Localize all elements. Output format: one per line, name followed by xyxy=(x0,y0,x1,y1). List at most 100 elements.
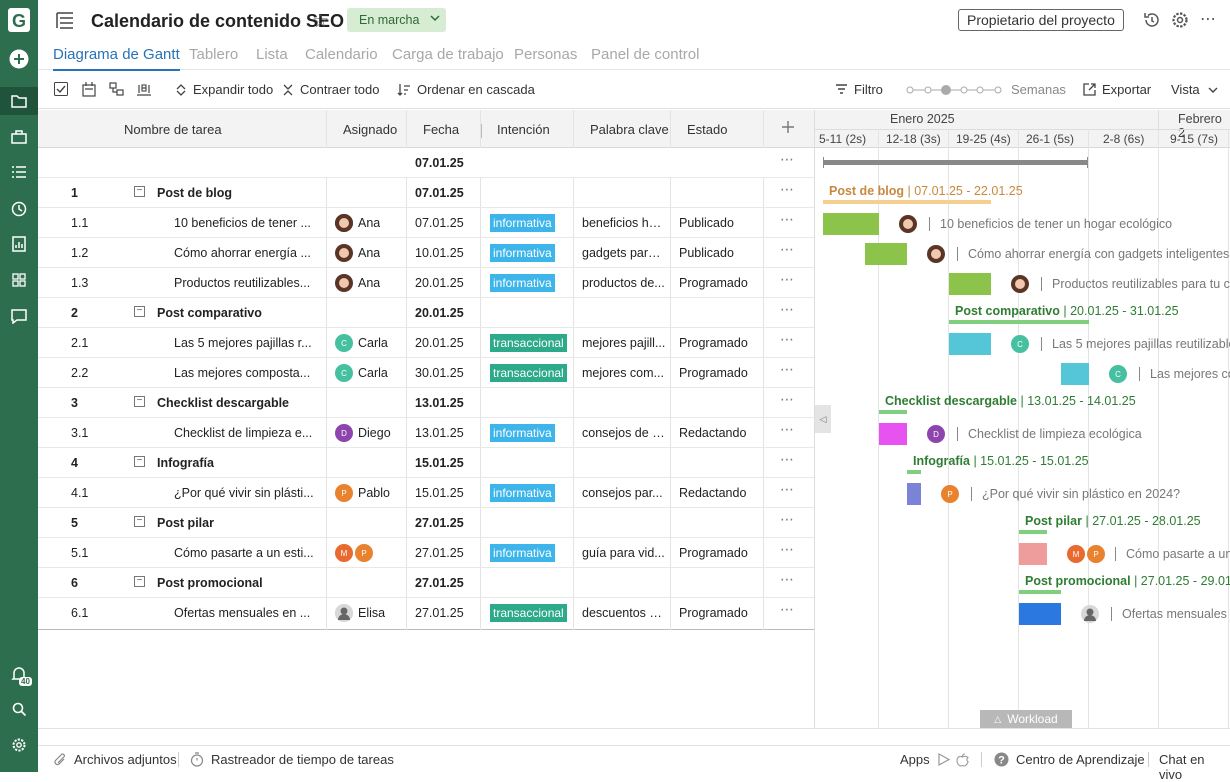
column-header-status[interactable]: Estado xyxy=(687,122,727,137)
row-menu-icon[interactable]: ⋯ xyxy=(780,331,795,348)
task-bar[interactable] xyxy=(1019,543,1047,565)
row-menu-icon[interactable]: ⋯ xyxy=(780,421,795,438)
dependencies-icon[interactable] xyxy=(109,82,124,96)
task-row[interactable]: 3.1 Checklist de limpieza e... D Diego 1… xyxy=(38,418,814,448)
row-menu-icon[interactable]: ⋯ xyxy=(780,571,795,588)
column-header-task-name[interactable]: Nombre de tarea xyxy=(124,122,222,137)
search-icon[interactable] xyxy=(0,695,38,723)
add-column-icon[interactable] xyxy=(781,120,795,137)
baseline-icon[interactable] xyxy=(136,82,152,97)
project-settings-icon[interactable] xyxy=(1171,11,1189,32)
row-task-name[interactable]: Post de blog xyxy=(157,186,322,200)
row-menu-icon[interactable]: ⋯ xyxy=(780,451,795,468)
group-row[interactable]: 1 − Post de blog 07.01.25 ⋯ xyxy=(38,178,814,208)
filter-button[interactable]: Filtro xyxy=(835,82,883,97)
project-summary-bar[interactable] xyxy=(823,160,1088,165)
row-menu-icon[interactable]: ⋯ xyxy=(780,181,795,198)
favorite-star-icon[interactable]: ☆ xyxy=(312,10,329,33)
row-menu-icon[interactable]: ⋯ xyxy=(780,211,795,228)
add-icon[interactable] xyxy=(0,45,38,73)
tab-calendar[interactable]: Calendario xyxy=(305,46,378,63)
summary-bar[interactable] xyxy=(1019,590,1061,594)
row-task-name[interactable]: Post comparativo xyxy=(157,306,322,320)
row-task-name[interactable]: 10 beneficios de tener ... xyxy=(174,216,322,230)
time-icon[interactable] xyxy=(0,195,38,223)
group-row[interactable]: 5 − Post pilar 27.01.25 ⋯ xyxy=(38,508,814,538)
export-button[interactable]: Exportar xyxy=(1083,82,1151,97)
view-dropdown[interactable]: Vista xyxy=(1171,82,1218,97)
collapse-toggle-icon[interactable]: − xyxy=(134,186,145,197)
row-menu-icon[interactable]: ⋯ xyxy=(780,511,795,528)
summary-bar[interactable] xyxy=(879,410,907,414)
row-task-name[interactable]: Cómo ahorrar energía ... xyxy=(174,246,322,260)
zoom-slider[interactable] xyxy=(906,84,1002,96)
column-header-assignee[interactable]: Asignado xyxy=(343,122,397,137)
task-bar[interactable] xyxy=(1019,603,1061,625)
collapse-toggle-icon[interactable]: − xyxy=(134,576,145,587)
tab-list[interactable]: Lista xyxy=(256,46,288,63)
column-header-intent[interactable]: Intención xyxy=(497,122,550,137)
group-row[interactable]: 6 − Post promocional 27.01.25 ⋯ xyxy=(38,568,814,598)
cascade-sort-button[interactable]: Ordenar en cascada xyxy=(397,82,535,97)
learning-center-button[interactable]: ? Centro de Aprendizaje xyxy=(994,752,1145,767)
app-logo-icon[interactable]: G xyxy=(0,6,38,34)
expand-all-button[interactable]: Expandir todo xyxy=(176,82,273,97)
status-dropdown[interactable]: En marcha xyxy=(347,8,446,32)
summary-bar[interactable] xyxy=(823,200,991,204)
row-task-name[interactable]: Productos reutilizables... xyxy=(174,276,322,290)
group-row[interactable]: 3 − Checklist descargable 13.01.25 ⋯ xyxy=(38,388,814,418)
reports-icon[interactable] xyxy=(0,230,38,258)
task-bar[interactable] xyxy=(907,483,921,505)
summary-bar[interactable] xyxy=(1019,530,1047,534)
row-task-name[interactable]: Las mejores composta... xyxy=(174,366,322,380)
notifications-icon[interactable]: 40 xyxy=(0,660,38,688)
row-menu-icon[interactable]: ⋯ xyxy=(780,541,795,558)
portfolio-icon[interactable] xyxy=(0,123,38,151)
time-tracker-button[interactable]: Rastreador de tiempo de tareas xyxy=(190,752,394,767)
summary-bar[interactable] xyxy=(907,470,921,474)
row-task-name[interactable]: Post pilar xyxy=(157,516,322,530)
live-chat-button[interactable]: Chat en vivo xyxy=(1159,752,1230,782)
tab-gantt[interactable]: Diagrama de Gantt xyxy=(53,46,180,71)
more-options-icon[interactable]: ⋯ xyxy=(1200,9,1217,29)
row-task-name[interactable]: ¿Por qué vivir sin plásti... xyxy=(174,486,322,500)
row-task-name[interactable]: Checklist descargable xyxy=(157,396,322,410)
task-bar[interactable] xyxy=(823,213,879,235)
task-bar[interactable] xyxy=(1061,363,1089,385)
row-task-name[interactable]: Ofertas mensuales en ... xyxy=(174,606,322,620)
column-header-keyword[interactable]: Palabra clave xyxy=(590,122,669,137)
row-menu-icon[interactable]: ⋯ xyxy=(780,271,795,288)
task-bar[interactable] xyxy=(949,273,991,295)
row-menu-icon[interactable]: ⋯ xyxy=(780,481,795,498)
task-bar[interactable] xyxy=(879,423,907,445)
task-row[interactable]: 2.2 Las mejores composta... C Carla 30.0… xyxy=(38,358,814,388)
row-task-name[interactable]: Infografía xyxy=(157,456,322,470)
row-menu-icon[interactable]: ⋯ xyxy=(780,391,795,408)
task-bar[interactable] xyxy=(865,243,907,265)
select-checkbox-icon[interactable] xyxy=(54,82,68,96)
apps-button[interactable]: Apps xyxy=(900,752,969,767)
tab-board[interactable]: Tablero xyxy=(189,46,238,63)
collapse-toggle-icon[interactable]: − xyxy=(134,456,145,467)
row-menu-icon[interactable]: ⋯ xyxy=(780,151,795,168)
dashboard-icon[interactable] xyxy=(0,266,38,294)
collapse-toggle-icon[interactable]: − xyxy=(134,516,145,527)
row-menu-icon[interactable]: ⋯ xyxy=(780,241,795,258)
collapse-toggle-icon[interactable]: − xyxy=(134,396,145,407)
task-row[interactable]: 2.1 Las 5 mejores pajillas r... C Carla … xyxy=(38,328,814,358)
settings-icon[interactable] xyxy=(0,731,38,759)
row-task-name[interactable]: Cómo pasarte a un esti... xyxy=(174,546,322,560)
projects-icon[interactable] xyxy=(0,87,38,115)
task-row[interactable]: 1.3 Productos reutilizables... Ana 20.01… xyxy=(38,268,814,298)
row-menu-icon[interactable]: ⋯ xyxy=(780,601,795,618)
task-row[interactable]: 5.1 Cómo pasarte a un esti... M P 27.01.… xyxy=(38,538,814,568)
history-icon[interactable] xyxy=(1143,11,1161,32)
workload-toggle[interactable]: △ Workload xyxy=(980,710,1072,728)
group-row[interactable]: 2 − Post comparativo 20.01.25 ⋯ xyxy=(38,298,814,328)
row-menu-icon[interactable]: ⋯ xyxy=(780,301,795,318)
attachments-button[interactable]: Archivos adjuntos xyxy=(54,752,177,767)
chat-icon[interactable] xyxy=(0,302,38,330)
list-icon[interactable] xyxy=(0,158,38,186)
task-row[interactable]: 4.1 ¿Por qué vivir sin plásti... P Pablo… xyxy=(38,478,814,508)
task-row[interactable]: 6.1 Ofertas mensuales en ... Elisa 27.01… xyxy=(38,598,814,628)
